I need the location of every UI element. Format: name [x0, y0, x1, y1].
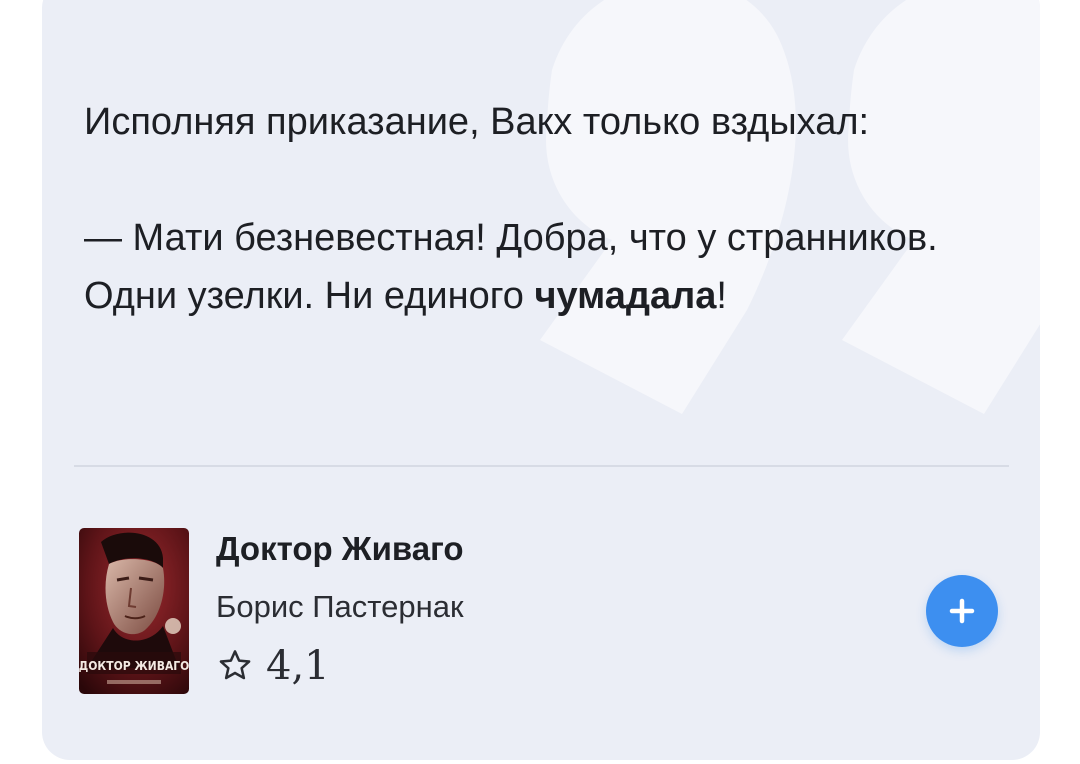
book-cover[interactable]: ДОКТОР ЖИВАГО: [79, 528, 189, 694]
divider: [74, 465, 1009, 467]
rating-value: 4,1: [266, 643, 330, 689]
quote-line-3-end: !: [716, 275, 727, 317]
quote-highlight: чумадала: [534, 275, 717, 317]
quote-line-3-start: Одни узелки. Ни единого: [84, 275, 535, 317]
quote-card: Исполняя приказание, Вакх только вздыхал…: [42, 0, 1040, 760]
star-outline-icon: [219, 650, 251, 680]
quote-text: Исполняя приказание, Вакх только вздыхал…: [84, 93, 994, 325]
quote-line-2: — Мати безневестная! Добра, что у странн…: [84, 217, 938, 259]
quote-line-3: Одни узелки. Ни единого чумадала!: [84, 267, 994, 325]
plus-icon: [949, 598, 975, 624]
book-cover-image: ДОКТОР ЖИВАГО: [79, 528, 189, 694]
book-author[interactable]: Борис Пастернак: [216, 589, 464, 625]
book-cover-text: ДОКТОР ЖИВАГО: [79, 659, 189, 673]
book-rating: 4,1: [216, 642, 330, 690]
quote-line-1: Исполняя приказание, Вакх только вздыхал…: [84, 101, 870, 143]
quote-spacer: [84, 151, 994, 209]
add-book-button[interactable]: [926, 575, 998, 647]
book-title[interactable]: Доктор Живаго: [216, 530, 464, 568]
